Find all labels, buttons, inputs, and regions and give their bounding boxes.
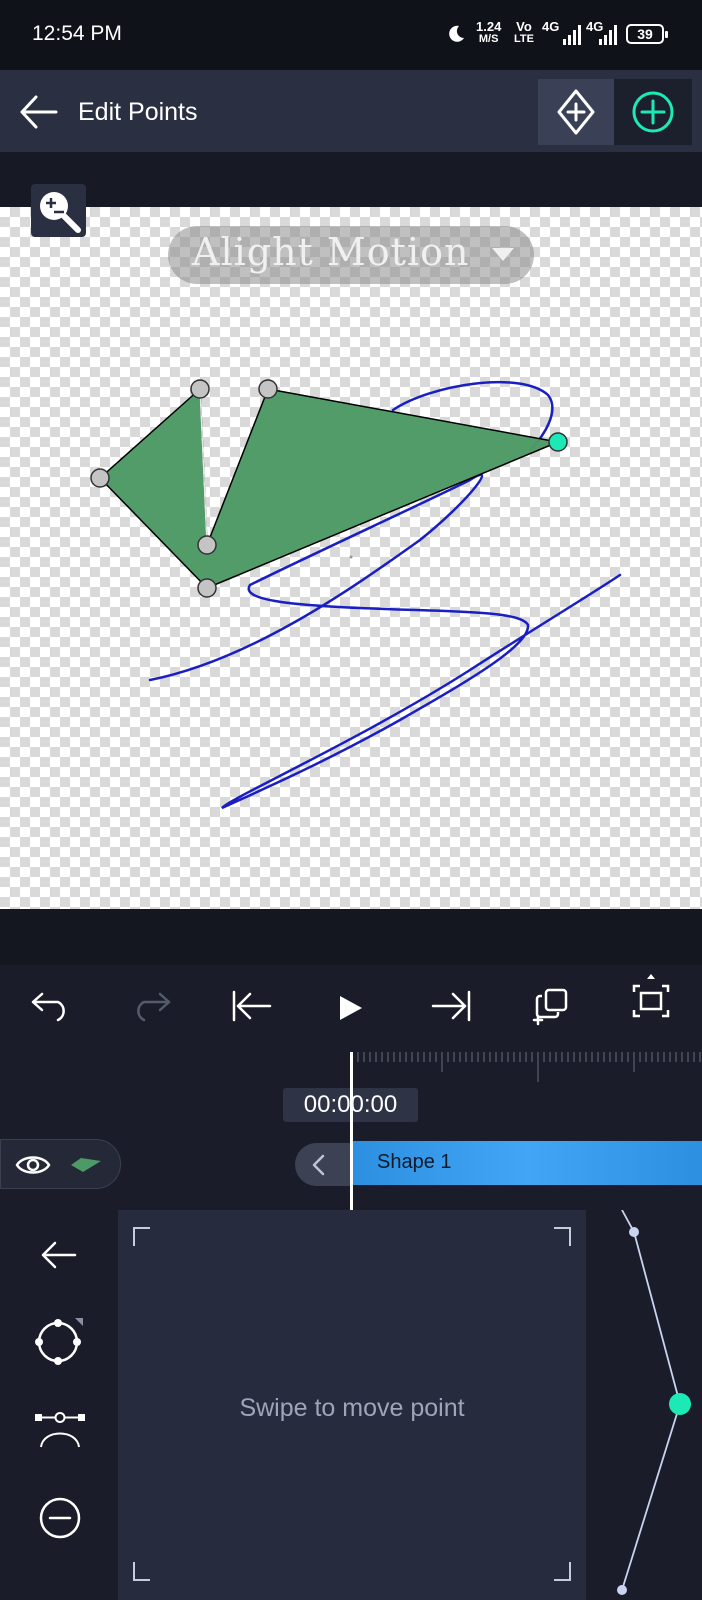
drawing-layer <box>0 207 702 909</box>
delete-point-button[interactable] <box>19 1480 99 1550</box>
net-speed-value: 1.24 <box>476 19 502 34</box>
clip-collapse-button[interactable] <box>295 1143 351 1186</box>
net-speed-indicator: 1.24 M/S <box>476 20 501 46</box>
net-speed-unit: M/S <box>478 33 499 45</box>
back-button[interactable] <box>18 92 60 132</box>
volte-indicator: Vo LTE <box>514 20 534 46</box>
tools-back-button[interactable] <box>19 1220 99 1290</box>
keyframe-diamond-icon <box>557 89 595 135</box>
moon-icon <box>446 24 466 44</box>
duplicate-icon <box>532 988 568 1026</box>
clip-label: Shape 1 <box>377 1151 452 1173</box>
curve-point <box>629 1227 639 1237</box>
circle-points-icon <box>35 1318 83 1365</box>
point-handle <box>258 379 278 399</box>
jump-to-start-button[interactable] <box>230 990 272 1022</box>
touch-hint: Swipe to move point <box>239 1394 465 1422</box>
point-handle <box>90 468 110 488</box>
skip-end-icon <box>431 990 471 1022</box>
duplicate-button[interactable] <box>532 986 572 1026</box>
timeline-ruler[interactable] <box>356 1052 702 1092</box>
playhead[interactable] <box>350 1052 353 1210</box>
curve-point <box>617 1585 627 1595</box>
page-title: Edit Points <box>78 98 198 126</box>
jump-to-end-button[interactable] <box>431 990 473 1022</box>
point-type-button[interactable] <box>19 1305 99 1375</box>
fit-view-icon <box>632 974 670 1018</box>
point-curve-preview <box>586 1210 702 1600</box>
chevron-left-icon <box>312 1154 325 1176</box>
add-point-button[interactable] <box>614 79 692 145</box>
point-move-touchpad[interactable]: Swipe to move point <box>118 1210 586 1600</box>
status-time: 12:54 PM <box>32 22 122 45</box>
plus-circle-icon <box>632 91 674 133</box>
add-keyframe-button[interactable] <box>538 79 614 145</box>
curve-point-selected <box>669 1393 691 1415</box>
bezier-icon <box>35 1412 85 1448</box>
point-handle-selected <box>548 432 568 452</box>
volte-top: Vo <box>516 19 532 34</box>
canvas-bottom-strip <box>0 909 702 965</box>
corner-mark <box>133 1227 150 1246</box>
redo-button[interactable] <box>130 990 172 1022</box>
bezier-handle-button[interactable] <box>19 1395 99 1465</box>
eye-icon <box>15 1156 51 1174</box>
point-tools-sidebar <box>0 1210 118 1600</box>
skip-start-icon <box>232 990 272 1022</box>
corner-mark <box>133 1562 150 1581</box>
redo-icon <box>137 992 171 1022</box>
signal-2-icon <box>598 24 620 46</box>
battery-indicator: 39 <box>626 24 668 44</box>
shape-polygon <box>99 388 559 589</box>
undo-button[interactable] <box>30 990 72 1022</box>
play-icon <box>340 996 362 1020</box>
shape-thumbnail-icon <box>71 1158 101 1172</box>
layer-visibility-toggle[interactable] <box>0 1139 121 1189</box>
signal-1-icon <box>562 24 584 46</box>
point-handle <box>197 578 217 598</box>
canvas-top-strip <box>0 152 702 207</box>
arrow-left-icon <box>41 1241 77 1269</box>
arrow-left-icon <box>20 95 58 129</box>
point-handle <box>190 379 210 399</box>
volte-bottom: LTE <box>514 33 534 45</box>
play-button[interactable] <box>338 994 364 1022</box>
undo-icon <box>31 992 65 1022</box>
corner-mark <box>554 1562 571 1581</box>
corner-mark <box>554 1227 571 1246</box>
signal-1-label: 4G <box>542 19 560 34</box>
minus-circle-icon <box>39 1497 81 1539</box>
fit-view-button[interactable] <box>630 972 672 1022</box>
point-handle <box>197 535 217 555</box>
shape-clip[interactable]: Shape 1 <box>352 1141 702 1185</box>
